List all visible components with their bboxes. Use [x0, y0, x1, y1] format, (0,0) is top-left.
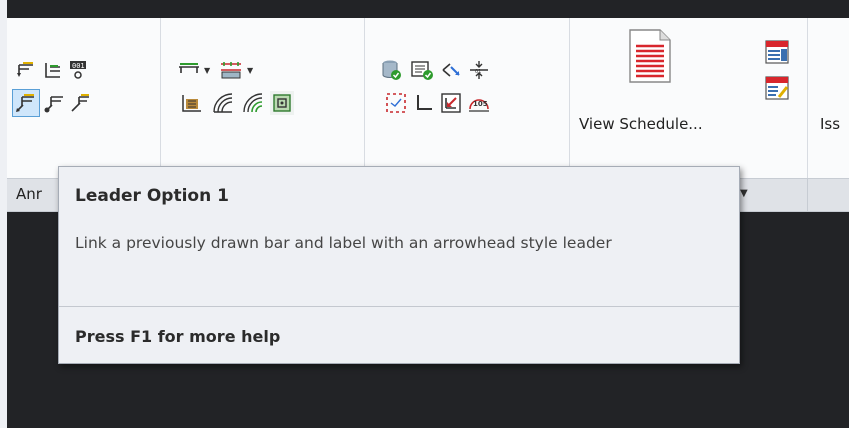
ribbon: 001 ▼ ▼ 01 105 View Schedule... Iss	[7, 18, 849, 178]
leader-option-1-icon[interactable]	[12, 89, 40, 117]
leader-slash-icon[interactable]	[69, 91, 93, 115]
application-window: 001 ▼ ▼ 01 105 View Schedule... Iss Anr …	[0, 0, 849, 428]
corner-l-icon[interactable]	[412, 91, 436, 115]
bar-chart-icon[interactable]	[180, 91, 204, 115]
tooltip-title: Leader Option 1	[75, 186, 229, 206]
panel-title[interactable]: Anr	[16, 185, 42, 203]
arrow-box-icon[interactable]	[439, 91, 463, 115]
extend-arrows-icon[interactable]	[439, 58, 463, 82]
arc-bars-green-icon[interactable]	[241, 91, 265, 115]
schedule-table-icon[interactable]	[763, 38, 791, 66]
dimension-105-icon[interactable]: 105	[467, 91, 491, 115]
issue-button[interactable]: Iss	[820, 115, 840, 133]
top-bar	[7, 0, 849, 18]
leader-down-icon[interactable]	[14, 58, 38, 82]
square-target-icon[interactable]	[270, 91, 294, 115]
separator	[807, 18, 808, 178]
line-style-icon[interactable]	[177, 58, 201, 82]
schedule-edit-icon[interactable]	[763, 74, 791, 102]
schedule-document-icon[interactable]	[628, 28, 672, 84]
svg-text:105: 105	[473, 100, 488, 108]
tooltip-description: Link a previously drawn bar and label wi…	[75, 234, 612, 252]
label-01-icon[interactable]: 001	[66, 58, 90, 82]
left-strip	[0, 0, 7, 428]
tooltip-divider	[59, 306, 739, 307]
svg-text:001: 001	[72, 62, 85, 70]
leader-dot-icon[interactable]	[43, 91, 67, 115]
separator	[364, 18, 365, 178]
form-check-icon[interactable]	[410, 58, 434, 82]
tooltip-help: Press F1 for more help	[75, 327, 281, 346]
separator	[807, 178, 808, 211]
rebar-hatch-icon[interactable]	[219, 58, 243, 82]
view-schedule-button[interactable]: View Schedule...	[579, 115, 703, 133]
separator	[569, 18, 570, 178]
database-check-icon[interactable]	[379, 58, 403, 82]
separator	[160, 18, 161, 178]
tooltip: Leader Option 1 Link a previously drawn …	[58, 166, 740, 364]
dropdown-arrow[interactable]: ▼	[247, 66, 253, 75]
dropdown-arrow[interactable]: ▼	[204, 66, 210, 75]
panel-expand-arrow[interactable]: ▼	[740, 188, 748, 199]
svg-text:01: 01	[475, 69, 481, 75]
split-bar-icon[interactable]: 01	[467, 58, 491, 82]
arc-bars-icon[interactable]	[211, 91, 235, 115]
leader-multi-icon[interactable]	[40, 58, 64, 82]
dashed-box-icon[interactable]	[384, 91, 408, 115]
